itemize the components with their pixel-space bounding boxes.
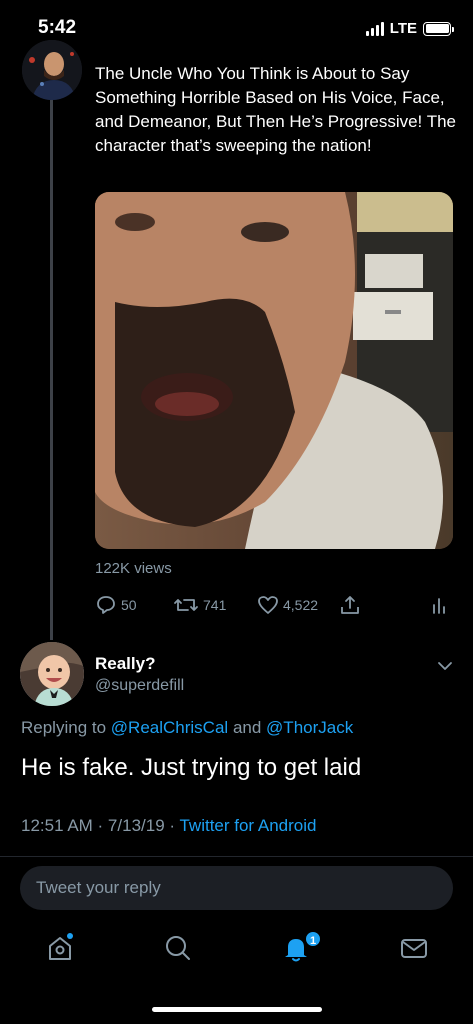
tab-search[interactable] xyxy=(162,932,194,964)
reply-composer[interactable]: Tweet your reply xyxy=(20,866,453,910)
view-count: 122K views xyxy=(95,560,172,577)
like-count: 4,522 xyxy=(283,597,319,613)
chevron-down-icon[interactable] xyxy=(437,658,453,679)
reply-author-name[interactable]: Really? xyxy=(95,654,155,674)
thread-line xyxy=(50,100,53,640)
tweet-actions: 50 741 4,522 xyxy=(95,592,453,618)
tab-bar xyxy=(0,920,473,980)
notification-badge: 1 xyxy=(304,930,322,948)
retweet-button[interactable]: 741 xyxy=(173,592,226,618)
heart-icon xyxy=(258,596,278,614)
timestamp: 12:51 AM · 7/13/19 · xyxy=(21,816,180,835)
reply-icon xyxy=(97,596,115,614)
home-indicator[interactable] xyxy=(152,1007,322,1012)
source-link[interactable]: Twitter for Android xyxy=(179,816,316,835)
reply-placeholder: Tweet your reply xyxy=(36,878,161,897)
status-indicators: LTE xyxy=(365,20,454,37)
author-avatar[interactable] xyxy=(22,40,82,100)
status-time: 5:42 xyxy=(38,17,77,38)
retweet-icon xyxy=(174,599,198,611)
reply-count: 50 xyxy=(121,597,137,613)
search-icon xyxy=(166,936,190,960)
replying-to: Replying to @RealChrisCal and @ThorJack xyxy=(21,718,353,738)
tweet-meta: 12:51 AM · 7/13/19 · Twitter for Android xyxy=(21,816,316,836)
battery-icon xyxy=(423,21,454,36)
reply-button[interactable]: 50 xyxy=(95,592,137,618)
cellular-signal-icon xyxy=(365,21,384,36)
tweet-text: The Uncle Who You Think is About to Say … xyxy=(95,64,456,155)
share-button[interactable] xyxy=(339,592,361,618)
reply-author-avatar[interactable] xyxy=(20,642,84,706)
reply-author-handle[interactable]: @superdefill xyxy=(95,677,184,695)
mention-link[interactable]: @ThorJack xyxy=(266,718,353,737)
mention-link[interactable]: @RealChrisCal xyxy=(111,718,228,737)
reply-text: He is fake. Just trying to get laid xyxy=(21,754,362,781)
mail-icon xyxy=(401,939,427,958)
tweet-video[interactable] xyxy=(95,192,453,549)
like-button[interactable]: 4,522 xyxy=(257,592,318,618)
share-icon xyxy=(341,596,359,614)
analytics-icon xyxy=(433,598,445,614)
new-content-dot xyxy=(67,933,73,939)
analytics-button[interactable] xyxy=(431,592,447,618)
replying-prefix: Replying to xyxy=(21,718,107,737)
retweet-count: 741 xyxy=(203,597,227,613)
replying-conjunction: and xyxy=(232,718,262,737)
network-label: LTE xyxy=(389,20,417,37)
divider xyxy=(0,856,473,857)
tab-messages[interactable] xyxy=(398,932,430,964)
